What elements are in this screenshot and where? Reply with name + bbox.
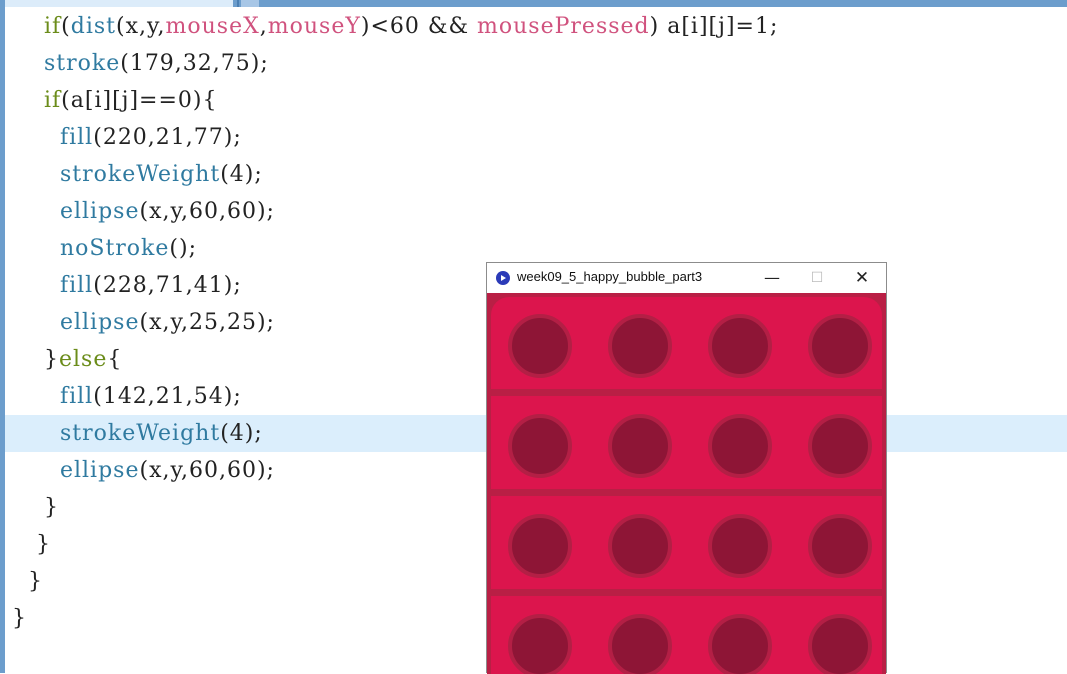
bubble[interactable]: [708, 514, 772, 578]
code-token: }: [12, 569, 43, 594]
code-token: strokeWeight: [59, 421, 221, 446]
code-token: (179,32,75);: [120, 51, 269, 76]
code-token: {: [107, 347, 123, 372]
bubble[interactable]: [708, 614, 772, 674]
code-line[interactable]: fill(228,71,41);: [12, 267, 242, 304]
bubble[interactable]: [608, 614, 672, 674]
code-line[interactable]: ellipse(x,y,60,60);: [12, 452, 275, 489]
code-token: (x,y,60,60);: [139, 458, 275, 483]
code-token: dist: [70, 14, 117, 39]
code-line[interactable]: if(dist(x,y,mouseX,mouseY)<60 && mousePr…: [12, 8, 778, 45]
bubble[interactable]: [608, 514, 672, 578]
code-token: mouseX: [165, 14, 260, 39]
bubble[interactable]: [708, 414, 772, 478]
bubble[interactable]: [508, 314, 572, 378]
code-token: fill: [59, 125, 94, 150]
processing-app-icon: [496, 271, 510, 285]
code-line[interactable]: strokeWeight(4);: [12, 415, 263, 452]
code-token: (220,21,77);: [93, 125, 242, 150]
code-token: (x,y,: [116, 14, 166, 39]
code-token: fill: [59, 273, 94, 298]
bubble[interactable]: [508, 614, 572, 674]
code-line[interactable]: noStroke();: [12, 230, 197, 267]
code-token: }: [12, 606, 27, 631]
code-line[interactable]: ellipse(x,y,25,25);: [12, 304, 275, 341]
code-token: ellipse: [59, 199, 140, 224]
sketch-window[interactable]: week09_5_happy_bubble_part3 — ☐ ✕: [486, 262, 887, 674]
code-line[interactable]: }: [12, 563, 43, 600]
code-token: (x,y,60,60);: [139, 199, 275, 224]
code-token: noStroke: [59, 236, 170, 261]
code-token: fill: [59, 384, 94, 409]
code-token: else: [58, 347, 108, 372]
code-token: if: [43, 88, 62, 113]
minimize-button[interactable]: —: [750, 265, 794, 291]
code-line[interactable]: }: [12, 489, 59, 526]
sketch-title-bar[interactable]: week09_5_happy_bubble_part3 — ☐ ✕: [487, 263, 886, 293]
code-token: strokeWeight: [59, 162, 221, 187]
bubble[interactable]: [808, 514, 872, 578]
row-divider: [487, 389, 886, 396]
code-line[interactable]: }else{: [12, 341, 122, 378]
bubble[interactable]: [808, 314, 872, 378]
code-token: if: [43, 14, 62, 39]
bubble[interactable]: [508, 414, 572, 478]
code-token: (a[i][j]==0){: [61, 88, 218, 113]
code-line[interactable]: stroke(179,32,75);: [12, 45, 269, 82]
maximize-button[interactable]: ☐: [795, 265, 839, 291]
code-token: (x,y,25,25);: [139, 310, 275, 335]
code-token: stroke: [43, 51, 121, 76]
bubble[interactable]: [608, 314, 672, 378]
bubble[interactable]: [808, 614, 872, 674]
code-token: (228,71,41);: [93, 273, 242, 298]
code-token: (: [61, 14, 71, 39]
code-token: }: [12, 347, 59, 372]
row-divider: [487, 589, 886, 596]
code-token: (4);: [220, 421, 263, 446]
row-divider: [487, 489, 886, 496]
code-line[interactable]: }: [12, 526, 51, 563]
code-token: ) a[i][j]=1;: [649, 14, 779, 39]
bubble[interactable]: [708, 314, 772, 378]
code-line[interactable]: fill(220,21,77);: [12, 119, 242, 156]
code-token: )<60 &&: [360, 14, 478, 39]
code-token: }: [12, 532, 51, 557]
code-token: ellipse: [59, 458, 140, 483]
close-button[interactable]: ✕: [840, 265, 884, 291]
code-token: (4);: [220, 162, 263, 187]
sketch-canvas[interactable]: [487, 293, 886, 674]
bubble[interactable]: [608, 414, 672, 478]
code-line[interactable]: ellipse(x,y,60,60);: [12, 193, 275, 230]
code-token: ,: [259, 14, 268, 39]
code-token: }: [12, 495, 59, 520]
bubble[interactable]: [808, 414, 872, 478]
code-line[interactable]: fill(142,21,54);: [12, 378, 242, 415]
code-line[interactable]: if(a[i][j]==0){: [12, 82, 218, 119]
code-token: ();: [169, 236, 197, 261]
code-line[interactable]: }: [12, 600, 27, 637]
code-token: (142,21,54);: [93, 384, 242, 409]
sketch-window-title: week09_5_happy_bubble_part3: [517, 269, 703, 284]
code-token: ellipse: [59, 310, 140, 335]
code-token: mouseY: [267, 14, 361, 39]
bubble[interactable]: [508, 514, 572, 578]
code-token: mousePressed: [477, 14, 650, 39]
code-line[interactable]: strokeWeight(4);: [12, 156, 263, 193]
